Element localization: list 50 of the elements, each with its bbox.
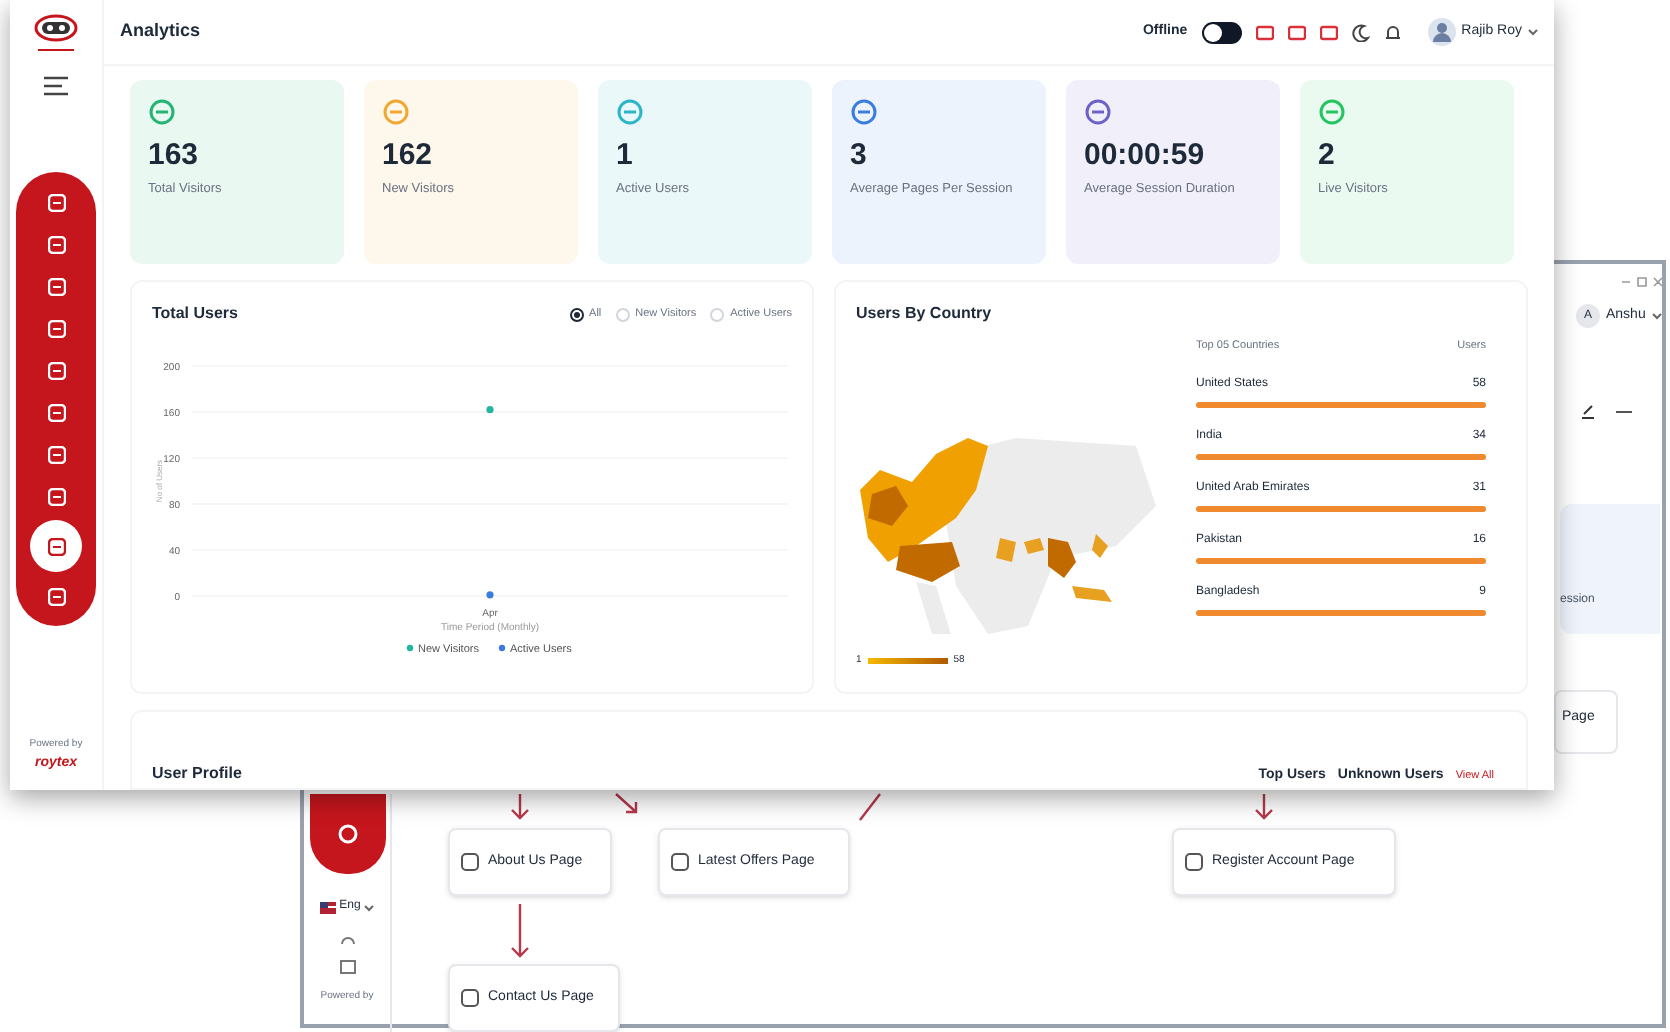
page-icon [460,988,480,1008]
nav-item[interactable] [30,520,82,572]
flag-icon [319,901,336,913]
bell-icon [1383,23,1402,41]
dark-mode-button[interactable] [1351,23,1370,41]
connector-line [859,793,881,821]
nav-icon [47,361,65,379]
screen-icon [339,960,355,974]
card-title: Users By Country [856,302,994,326]
nav-icon [47,587,65,605]
nav-icon [47,193,65,211]
page-title: Analytics [120,18,201,45]
card-title: Total Users [152,302,238,326]
menu-icon [44,76,68,96]
window-controls-icon [1620,276,1664,288]
arrow [1254,792,1274,820]
caret-icon [1528,28,1538,36]
stat-value: 00:00:59 [1084,140,1207,170]
stat-value: 162 [382,140,435,170]
stat-value: 163 [148,140,201,170]
stat-value: 2 [1318,140,1337,170]
nav-icon [47,235,65,253]
arrow [510,792,530,820]
nav-icon [47,403,65,421]
menu-button[interactable] [44,76,68,96]
logo-icon [30,12,82,56]
nav-button[interactable] [309,794,385,874]
arrow [510,902,530,958]
caret-icon [1651,312,1662,320]
nav-icon [47,445,65,463]
data-point [486,591,494,599]
nav-icon [47,537,65,555]
stat-value: 3 [850,140,869,170]
notifications-button[interactable] [1383,23,1402,41]
page-icon [460,852,480,872]
nav-icon [47,277,65,295]
status-toggle[interactable] [1201,21,1242,43]
card-title: User Profile [152,762,242,786]
nav-icon [47,487,65,505]
edit-icon [1580,404,1596,420]
data-point [486,406,494,414]
color-scale-bar [867,657,948,664]
caret-icon [364,903,375,911]
page-icon [1184,852,1204,872]
stat-value: 1 [616,140,635,170]
arrow [614,792,638,814]
moon-icon [1351,23,1370,41]
nav-icon [47,319,65,337]
page-icon [670,852,690,872]
avatar-icon [1427,18,1456,46]
